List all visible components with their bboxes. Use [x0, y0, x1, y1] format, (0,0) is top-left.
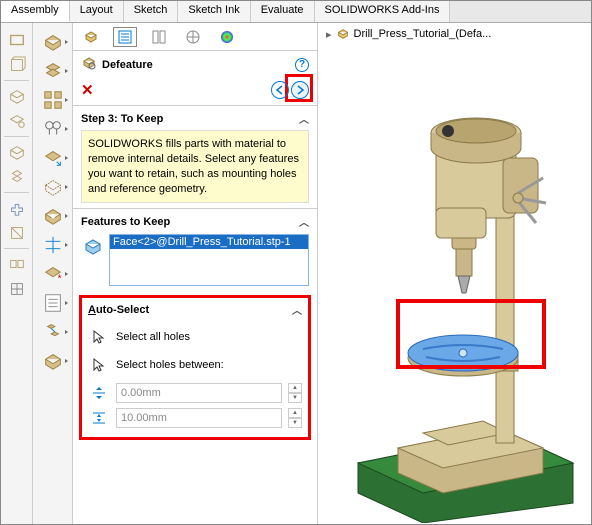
tab-sketchink[interactable]: Sketch Ink	[178, 1, 250, 22]
spin-up[interactable]: ▲	[288, 383, 302, 393]
property-panel: Defeature ? ✕ Step 3: To Keep ︿ SOLIDWOR…	[73, 23, 318, 524]
left-toolbar-1	[1, 23, 33, 524]
chevron-right-icon: ▸	[326, 28, 332, 41]
toolbar-icon-5[interactable]	[3, 140, 31, 164]
highlight-box-table	[396, 299, 546, 369]
step-section: Step 3: To Keep ︿ SOLIDWORKS fills parts…	[73, 105, 317, 208]
back-button[interactable]	[271, 81, 289, 99]
defeature-icon	[81, 55, 97, 74]
smart-fastener-icon[interactable]	[36, 115, 70, 143]
panel-nav: ✕	[73, 78, 317, 105]
max-diameter-icon	[88, 407, 110, 429]
panel-tabs	[73, 23, 317, 51]
assembly-icon	[336, 27, 350, 41]
min-diameter-input[interactable]	[116, 383, 282, 403]
features-listbox[interactable]: Face<2>@Drill_Press_Tutorial.stp-1	[109, 234, 309, 286]
toolbar-icon-6[interactable]	[3, 165, 31, 189]
exploded-icon[interactable]	[36, 318, 70, 346]
help-icon[interactable]: ?	[295, 58, 309, 72]
spin-down[interactable]: ▼	[288, 393, 302, 403]
cursor-icon	[88, 326, 110, 348]
insert-component-icon[interactable]	[36, 28, 70, 56]
tab-layout[interactable]: Layout	[70, 1, 124, 22]
select-all-holes-button[interactable]: Select all holes	[116, 331, 190, 343]
show-hidden-icon[interactable]	[36, 173, 70, 201]
bom-icon[interactable]	[36, 289, 70, 317]
auto-select-title: Auto-Select	[88, 304, 149, 316]
drill-press-model[interactable]	[348, 53, 578, 523]
toolbar-icon-1[interactable]	[3, 28, 31, 52]
toolbar-icon-8[interactable]	[3, 221, 31, 245]
geometry-icon[interactable]	[36, 231, 70, 259]
graphics-viewport[interactable]: ▸ Drill_Press_Tutorial_(Defa...	[318, 23, 591, 524]
collapse-icon[interactable]: ︿	[292, 302, 302, 317]
panel-title: Defeature	[102, 59, 153, 71]
max-diameter-input[interactable]	[116, 408, 282, 428]
feature-tree-tab-icon[interactable]	[79, 27, 103, 47]
toolbar-icon-10[interactable]	[3, 277, 31, 301]
select-holes-between-button[interactable]: Select holes between:	[116, 359, 224, 371]
feature-item[interactable]: Face<2>@Drill_Press_Tutorial.stp-1	[110, 235, 308, 249]
cursor-icon	[88, 354, 110, 376]
collapse-icon[interactable]: ︿	[299, 111, 309, 126]
spin-down[interactable]: ▼	[288, 418, 302, 428]
auto-select-section: Auto-Select ︿ Select all holes Select ho…	[79, 295, 311, 440]
dimxpert-tab-icon[interactable]	[181, 27, 205, 47]
svg-text:*: *	[57, 273, 61, 284]
toolbar-icon-7[interactable]	[3, 196, 31, 220]
new-motion-icon[interactable]: *	[36, 260, 70, 288]
pattern-icon[interactable]	[36, 86, 70, 114]
features-title: Features to Keep	[81, 216, 170, 228]
min-diameter-icon	[88, 382, 110, 404]
move-icon[interactable]	[36, 144, 70, 172]
display-manager-tab-icon[interactable]	[215, 27, 239, 47]
left-toolbar-2: *	[33, 23, 73, 524]
tab-assembly[interactable]: Assembly	[1, 1, 70, 22]
property-manager-tab-icon[interactable]	[113, 27, 137, 47]
toolbar-icon-9[interactable]	[3, 252, 31, 276]
features-icon[interactable]	[36, 202, 70, 230]
next-button[interactable]	[291, 81, 309, 99]
step-title: Step 3: To Keep	[81, 113, 163, 125]
ribbon-tabs: Assembly Layout Sketch Sketch Ink Evalua…	[1, 1, 591, 23]
spin-up[interactable]: ▲	[288, 408, 302, 418]
step-description: SOLIDWORKS fills parts with material to …	[81, 130, 309, 203]
breadcrumb[interactable]: ▸ Drill_Press_Tutorial_(Defa...	[326, 27, 491, 41]
collapse-icon[interactable]: ︿	[299, 214, 309, 229]
config-manager-tab-icon[interactable]	[147, 27, 171, 47]
instant3d-icon[interactable]	[36, 347, 70, 375]
tab-addins[interactable]: SOLIDWORKS Add-Ins	[315, 1, 451, 22]
tab-sketch[interactable]: Sketch	[124, 1, 179, 22]
features-section: Features to Keep ︿ Face<2>@Drill_Press_T…	[73, 208, 317, 291]
breadcrumb-label: Drill_Press_Tutorial_(Defa...	[354, 28, 492, 40]
toolbar-icon-4[interactable]	[3, 109, 31, 133]
face-icon	[81, 234, 105, 258]
toolbar-icon-2[interactable]	[3, 53, 31, 77]
mate-icon[interactable]	[36, 57, 70, 85]
panel-header: Defeature ?	[73, 51, 317, 78]
cancel-button[interactable]: ✕	[81, 81, 94, 99]
toolbar-icon-3[interactable]	[3, 84, 31, 108]
tab-evaluate[interactable]: Evaluate	[251, 1, 315, 22]
